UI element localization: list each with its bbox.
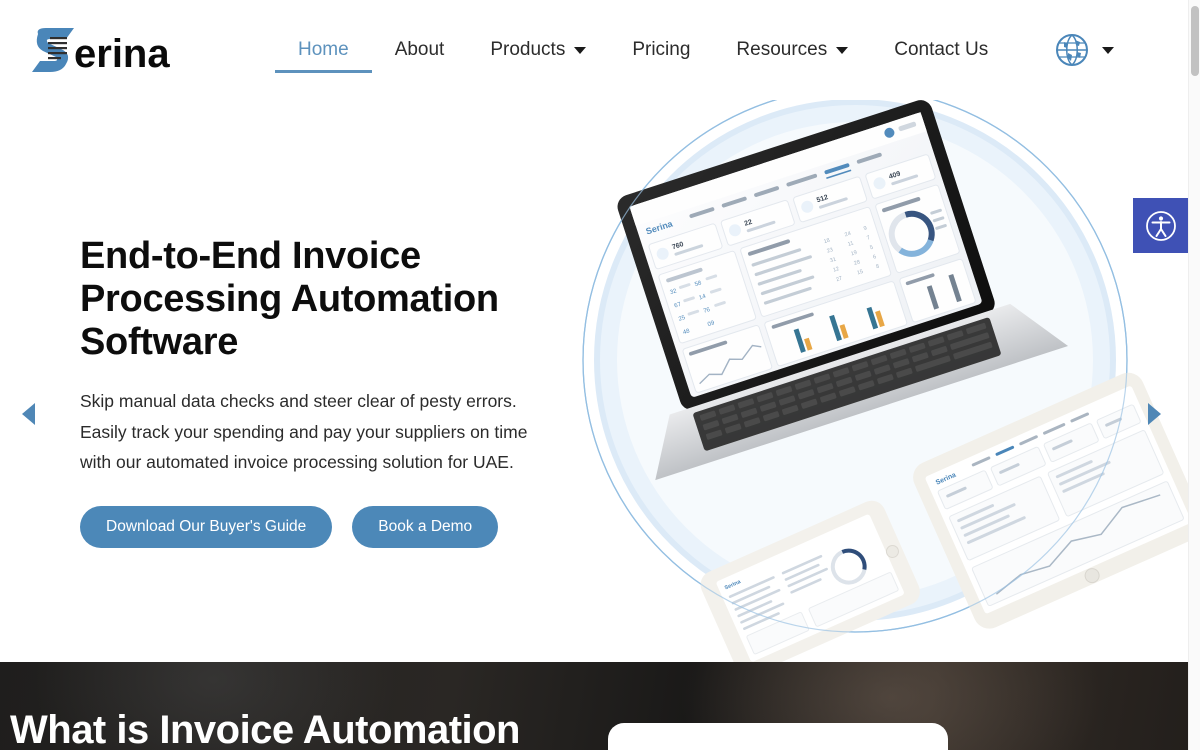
nav-item-about[interactable]: About xyxy=(372,0,468,100)
primary-navigation: Home About Products Pricing Resources Co… xyxy=(275,0,1011,100)
chevron-down-icon xyxy=(574,46,587,54)
download-buyers-guide-button[interactable]: Download Our Buyer's Guide xyxy=(80,505,333,548)
section-heading: What is Invoice Automation xyxy=(10,708,521,750)
nav-item-label: Home xyxy=(298,39,349,60)
nav-item-pricing[interactable]: Pricing xyxy=(609,0,713,100)
nav-item-resources[interactable]: Resources xyxy=(713,0,871,100)
accessibility-icon xyxy=(1145,210,1176,241)
site-logo[interactable]: erina xyxy=(30,0,200,100)
nav-item-contact-us[interactable]: Contact Us xyxy=(871,0,1011,100)
page-root: erina Home About Products Pricing Resour… xyxy=(0,0,1200,750)
nav-item-label: Resources xyxy=(736,39,828,60)
nav-item-label: Contact Us xyxy=(894,39,989,60)
hero-device-artwork: Serina 760 22 512 409 3258 6714 2576 480… xyxy=(582,100,1188,662)
section-white-card xyxy=(608,723,948,750)
nav-item-home[interactable]: Home xyxy=(275,0,372,100)
chevron-down-icon xyxy=(1102,46,1114,54)
nav-item-label: Pricing xyxy=(632,39,691,60)
hero-copy: End-to-End Invoice Processing Automation… xyxy=(80,235,580,548)
accessibility-widget-button[interactable] xyxy=(1133,198,1188,253)
book-a-demo-button[interactable]: Book a Demo xyxy=(352,505,499,548)
nav-item-label: About xyxy=(394,39,445,60)
nav-item-products[interactable]: Products xyxy=(467,0,609,100)
chevron-down-icon xyxy=(836,46,849,54)
site-header: erina Home About Products Pricing Resour… xyxy=(0,0,1188,100)
nav-item-label: Products xyxy=(490,39,566,60)
hero-title: End-to-End Invoice Processing Automation… xyxy=(80,235,499,363)
carousel-next-button[interactable] xyxy=(1148,403,1161,425)
page-scrollbar[interactable] xyxy=(1188,0,1200,750)
serina-logo-icon: erina xyxy=(32,28,170,76)
language-selector[interactable] xyxy=(1055,0,1114,100)
hero-subtitle: Skip manual data checks and steer clear … xyxy=(80,391,528,472)
what-is-invoice-automation-section: What is Invoice Automation xyxy=(0,662,1188,750)
hero-cta-group: Download Our Buyer's Guide Book a Demo xyxy=(80,505,580,548)
hero-section: Serina 760 22 512 409 32 58 67 14 25 76 … xyxy=(0,100,1188,662)
svg-text:erina: erina xyxy=(74,32,170,76)
scrollbar-thumb[interactable] xyxy=(1191,6,1199,76)
globe-icon xyxy=(1056,33,1088,67)
carousel-prev-button[interactable] xyxy=(22,403,35,425)
